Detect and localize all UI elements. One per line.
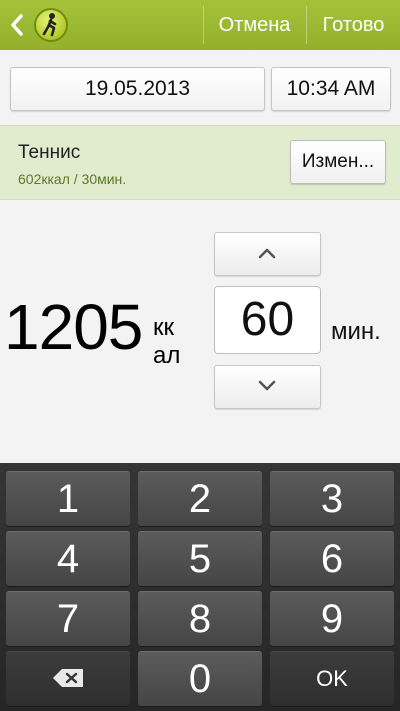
- numeric-keypad: 1 2 3 4 5 6 7 8 9 0 OK: [0, 463, 400, 711]
- chevron-down-icon: [258, 380, 276, 391]
- increase-duration-button[interactable]: [214, 232, 321, 276]
- cancel-button[interactable]: Отмена: [204, 0, 305, 50]
- walking-person-icon: [42, 13, 57, 37]
- key-3[interactable]: 3: [270, 471, 394, 526]
- app-logo[interactable]: [34, 8, 68, 42]
- key-5[interactable]: 5: [138, 531, 262, 586]
- chevron-up-icon: [258, 248, 276, 259]
- chevron-left-icon: [11, 14, 23, 36]
- done-button[interactable]: Готово: [307, 0, 400, 50]
- key-0[interactable]: 0: [138, 651, 262, 706]
- ok-key[interactable]: OK: [270, 651, 394, 706]
- calories-unit: кк ал: [153, 314, 181, 369]
- key-9[interactable]: 9: [270, 591, 394, 646]
- duration-unit: мин.: [331, 318, 381, 345]
- back-button[interactable]: [6, 10, 28, 40]
- activity-panel: Теннис 602ккал / 30мин. Измен...: [0, 125, 400, 200]
- action-bar: Отмена Готово: [0, 0, 400, 50]
- backspace-icon: [53, 669, 83, 687]
- calories-value: 1205: [4, 291, 143, 363]
- activity-name: Теннис: [18, 142, 81, 163]
- key-1[interactable]: 1: [6, 471, 130, 526]
- key-8[interactable]: 8: [138, 591, 262, 646]
- key-4[interactable]: 4: [6, 531, 130, 586]
- date-picker-button[interactable]: 19.05.2013: [10, 67, 265, 111]
- key-7[interactable]: 7: [6, 591, 130, 646]
- time-picker-button[interactable]: 10:34 AM: [271, 67, 391, 111]
- decrease-duration-button[interactable]: [214, 365, 321, 409]
- activity-summary: 602ккал / 30мин.: [18, 171, 127, 187]
- backspace-key[interactable]: [6, 651, 130, 706]
- duration-input[interactable]: 60: [214, 286, 321, 354]
- key-2[interactable]: 2: [138, 471, 262, 526]
- key-6[interactable]: 6: [270, 531, 394, 586]
- change-activity-button[interactable]: Измен...: [290, 140, 386, 184]
